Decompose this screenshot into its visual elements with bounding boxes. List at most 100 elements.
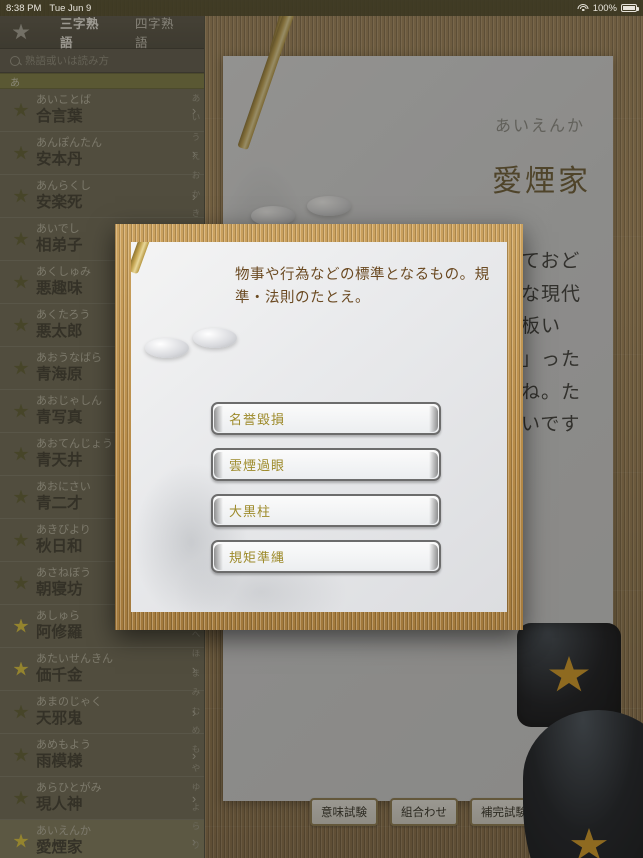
- favorite-toggle[interactable]: [6, 188, 36, 204]
- matching-quiz-button[interactable]: 組合わせ: [390, 798, 458, 826]
- index-letter[interactable]: え: [192, 146, 201, 165]
- favorite-toggle[interactable]: [6, 403, 36, 419]
- favorite-toggle[interactable]: [6, 704, 36, 720]
- star-icon: [13, 145, 29, 160]
- quiz-question: 物事や行為などの標準となるもの。規準・法則のたとえ。: [235, 267, 490, 307]
- index-letter[interactable]: ら: [192, 816, 201, 835]
- list-item-yomi: あまのじゃく: [36, 696, 102, 709]
- quiz-choice-label: 雲煙過眼: [229, 458, 286, 473]
- favorite-toggle[interactable]: [6, 489, 36, 505]
- index-letter[interactable]: り: [192, 835, 201, 854]
- quiz-choice-button[interactable]: 雲煙過眼: [211, 448, 441, 481]
- list-item-kanji: 現人神: [36, 795, 83, 813]
- favorite-toggle[interactable]: [6, 747, 36, 763]
- list-item[interactable]: あんぽんたん 安本丹 ›: [0, 132, 204, 175]
- favorite-toggle[interactable]: [6, 360, 36, 376]
- list-item[interactable]: あたいせんきん 価千金 ›: [0, 648, 204, 691]
- index-letter[interactable]: み: [192, 682, 201, 701]
- index-letter[interactable]: む: [192, 702, 201, 721]
- index-letter[interactable]: も: [192, 740, 201, 759]
- star-icon: [13, 188, 29, 203]
- corner-favorite-button[interactable]: [523, 710, 643, 858]
- list-item-yomi: あいえんか: [36, 825, 91, 838]
- favorite-toggle[interactable]: [6, 618, 36, 634]
- modal-brush-rest-right: [193, 328, 237, 348]
- favorites-filter-button[interactable]: [8, 23, 34, 41]
- index-letter[interactable]: い: [192, 108, 201, 127]
- list-item-text: あらひとがみ 現人神: [36, 783, 186, 813]
- index-letter[interactable]: き: [192, 204, 201, 223]
- index-letter[interactable]: う: [192, 127, 201, 146]
- search-bar[interactable]: 熟語或いは読み方: [0, 49, 204, 73]
- quiz-modal: 物事や行為などの標準となるもの。規準・法則のたとえ。 名誉毀損雲煙過眼大黒柱規矩…: [115, 224, 523, 630]
- index-letter[interactable]: お: [192, 166, 201, 185]
- star-icon: [571, 828, 607, 858]
- index-letter[interactable]: か: [192, 185, 201, 204]
- favorite-toggle[interactable]: [6, 317, 36, 333]
- list-item[interactable]: あいえんか 愛煙家 ›: [0, 820, 204, 858]
- list-item-text: あめもよう 雨模様: [36, 740, 186, 770]
- meaning-quiz-button[interactable]: 意味試験: [310, 798, 378, 826]
- index-letter[interactable]: る: [192, 855, 201, 858]
- search-icon: [10, 55, 20, 66]
- modal-brush-illustration-small: [131, 242, 176, 480]
- list-item-yomi: あたいせんきん: [36, 653, 113, 666]
- index-letter[interactable]: や: [192, 759, 201, 778]
- battery-icon: [621, 4, 639, 12]
- star-icon: [13, 274, 29, 289]
- list-item-yomi: あんぽんたん: [36, 137, 102, 150]
- list-item-kanji: 安楽死: [36, 193, 83, 211]
- star-icon: [13, 489, 29, 504]
- list-item-text: あまのじゃく 天邪鬼: [36, 697, 186, 727]
- search-input[interactable]: 熟語或いは読み方: [25, 53, 109, 68]
- star-icon: [13, 446, 29, 461]
- favorite-toggle[interactable]: [6, 790, 36, 806]
- page-title: 愛煙家: [492, 165, 591, 198]
- list-item-text: あいことば 合言葉: [36, 95, 186, 125]
- favorite-toggle[interactable]: [6, 575, 36, 591]
- list-item[interactable]: あめもよう 雨模様 ›: [0, 734, 204, 777]
- star-icon: [13, 790, 29, 805]
- list-item-text: あんぽんたん 安本丹: [36, 138, 186, 168]
- star-icon: [13, 317, 29, 332]
- favorite-toggle[interactable]: [6, 446, 36, 462]
- favorite-toggle[interactable]: [6, 145, 36, 161]
- list-item[interactable]: あらひとがみ 現人神 ›: [0, 777, 204, 820]
- favorite-toggle[interactable]: [6, 532, 36, 548]
- list-item-kanji: 安本丹: [36, 150, 83, 168]
- favorite-toggle[interactable]: [6, 231, 36, 247]
- index-letter[interactable]: ま: [192, 663, 201, 682]
- index-letter[interactable]: あ: [192, 89, 201, 108]
- list-item[interactable]: あんらくし 安楽死 ›: [0, 175, 204, 218]
- quiz-choice-button[interactable]: 大黒柱: [211, 494, 441, 527]
- favorite-toggle[interactable]: [6, 833, 36, 849]
- status-time: 8:38 PM: [6, 2, 42, 14]
- star-icon: [13, 704, 29, 719]
- list-item[interactable]: あまのじゃく 天邪鬼 ›: [0, 691, 204, 734]
- brush-rest-right: [307, 196, 351, 216]
- list-item[interactable]: あいことば 合言葉 ›: [0, 89, 204, 132]
- quiz-choice-button[interactable]: 規矩準縄: [211, 540, 441, 573]
- modal-brush-illustration: [149, 242, 162, 504]
- index-letter[interactable]: ゆ: [192, 778, 201, 797]
- list-item-kanji: 合言葉: [36, 107, 83, 125]
- list-item-kanji: 愛煙家: [36, 838, 83, 856]
- list-item-text: あたいせんきん 価千金: [36, 654, 186, 684]
- index-letter[interactable]: ほ: [192, 644, 201, 663]
- list-item-yomi: あめもよう: [36, 739, 91, 752]
- star-icon: [13, 102, 29, 117]
- star-icon: [13, 575, 29, 590]
- quiz-choice-label: 規矩準縄: [229, 550, 286, 565]
- favorite-toggle[interactable]: [6, 274, 36, 290]
- favorite-toggle[interactable]: [6, 102, 36, 118]
- favorite-toggle[interactable]: [6, 661, 36, 677]
- page-yomi: あいえんか: [494, 118, 585, 135]
- wifi-icon: [577, 3, 589, 13]
- star-icon: [12, 23, 30, 40]
- index-letter[interactable]: め: [192, 721, 201, 740]
- quiz-choice-label: 名誉毀損: [229, 412, 286, 427]
- quiz-choice-button[interactable]: 名誉毀損: [211, 402, 441, 435]
- index-letter[interactable]: よ: [192, 797, 201, 816]
- star-icon: [13, 747, 29, 762]
- star-icon: [13, 360, 29, 375]
